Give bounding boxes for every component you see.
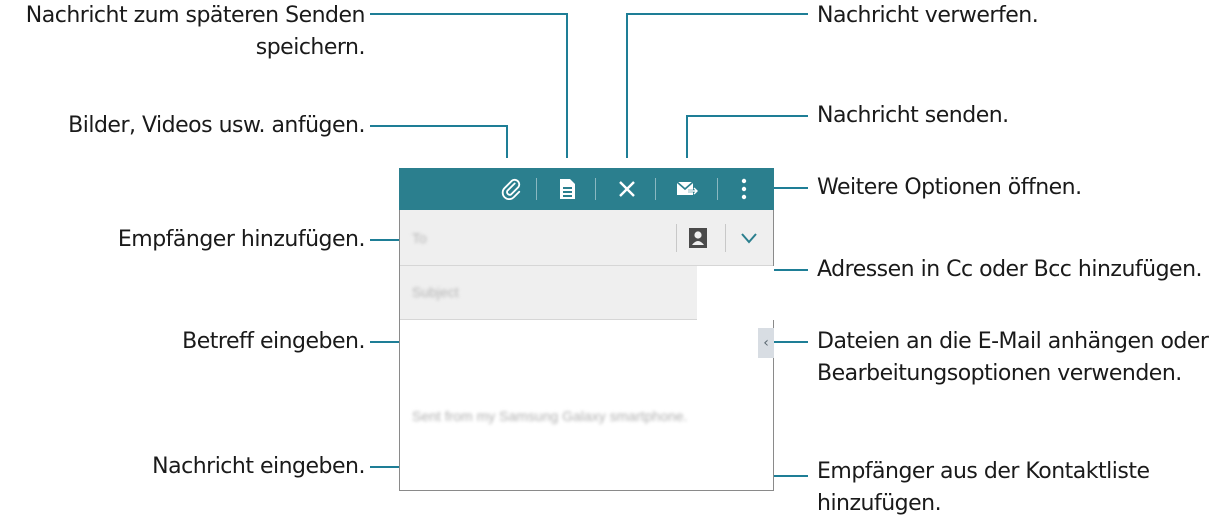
callout-attach-files: Dateien an die E-Mail anhängen oder Bear… (817, 329, 1209, 386)
callout-add-recipients: Empfänger hinzufügen. (117, 227, 366, 252)
more-vert-icon[interactable] (734, 168, 754, 210)
send-mail-icon[interactable] (671, 168, 703, 210)
paperclip-icon[interactable] (495, 168, 527, 210)
callout-attach: Bilder, Videos usw. anfügen. (68, 113, 365, 138)
email-compose-toolbar (399, 168, 774, 210)
callout-discard: Nachricht verwerfen. (817, 3, 1039, 28)
chevron-left-icon: ‹ (763, 335, 769, 351)
to-placeholder: To (412, 230, 427, 246)
subject-placeholder: Subject (412, 284, 459, 300)
chevron-down-icon[interactable] (740, 230, 758, 249)
callout-save-draft: Nachricht zum späteren Senden speichern. (25, 3, 366, 60)
side-panel-handle[interactable]: ‹ (758, 328, 774, 358)
callout-enter-subject: Betreff eingeben. (182, 329, 365, 354)
close-icon[interactable] (611, 168, 643, 210)
callout-enter-message: Nachricht eingeben. (152, 454, 365, 479)
callout-contacts: Empfänger aus der Kontaktliste hinzufüge… (817, 459, 1150, 516)
to-field[interactable]: To (400, 210, 773, 266)
callout-more-options: Weitere Optionen öffnen. (817, 175, 1082, 200)
contacts-icon[interactable] (689, 228, 707, 248)
signature-text: Sent from my Samsung Galaxy smartphone. (412, 408, 688, 424)
save-draft-icon[interactable] (551, 168, 583, 210)
subject-field[interactable]: Subject (400, 266, 697, 320)
callout-send: Nachricht senden. (817, 103, 1009, 128)
callout-cc-bcc: Adressen in Cc oder Bcc hinzufügen. (817, 257, 1203, 282)
email-compose-screen: To Subject Sent from my Samsung Galaxy s… (399, 210, 774, 491)
